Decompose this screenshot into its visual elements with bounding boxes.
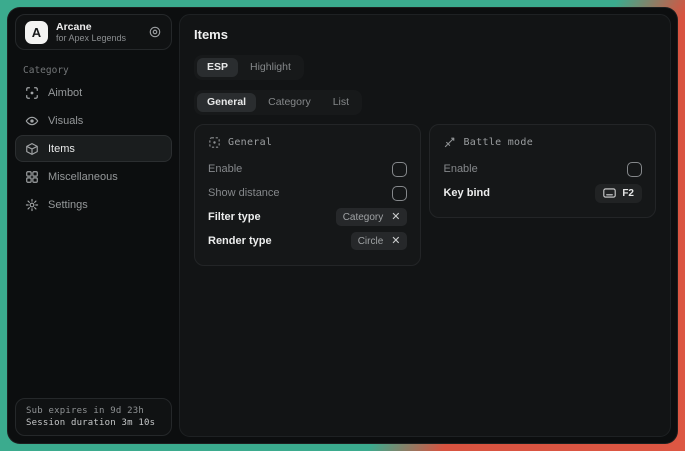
crosshair-icon [25, 86, 39, 100]
key-bind-label: Key bind [443, 187, 489, 199]
tab-esp[interactable]: ESP [197, 58, 238, 77]
mode-tab-group: ESP Highlight [194, 55, 304, 80]
battle-panel-title: Battle mode [463, 137, 533, 148]
filter-type-select[interactable]: Category ✕ [336, 208, 408, 226]
keyboard-icon [603, 188, 616, 198]
sidebar-item-label: Settings [48, 199, 88, 211]
tab-list[interactable]: List [323, 93, 359, 112]
app-header-card: A Arcane for Apex Legends [15, 14, 172, 50]
battle-mode-panel: Battle mode Enable Key bind [429, 124, 656, 218]
dashed-square-icon [208, 136, 221, 149]
general-panel: General Enable Show distance Filter type… [194, 124, 421, 266]
sidebar-item-settings[interactable]: Settings [15, 191, 172, 218]
filter-type-row: Filter type Category ✕ [208, 205, 407, 229]
show-distance-label: Show distance [208, 187, 280, 199]
sub-tab-group: General Category List [194, 90, 362, 115]
target-icon[interactable] [148, 25, 162, 39]
enable-label: Enable [208, 163, 242, 175]
general-panel-header: General [208, 135, 407, 150]
battle-panel-header: Battle mode [443, 135, 642, 150]
sidebar-nav: Aimbot Visuals Items [15, 79, 172, 219]
battle-enable-checkbox[interactable] [627, 162, 642, 177]
render-type-value: Circle [358, 236, 384, 247]
enable-checkbox[interactable] [392, 162, 407, 177]
desktop-wallpaper: A Arcane for Apex Legends Category [0, 0, 685, 451]
session-duration-text: Session duration 3m 10s [26, 418, 161, 428]
main-content: Items ESP Highlight General Category Lis… [179, 14, 671, 437]
sword-icon [443, 136, 456, 149]
sidebar: A Arcane for Apex Legends Category [8, 8, 179, 443]
close-icon[interactable]: ✕ [391, 212, 400, 223]
app-window: A Arcane for Apex Legends Category [7, 7, 678, 444]
tab-highlight[interactable]: Highlight [240, 58, 301, 77]
render-type-label: Render type [208, 235, 272, 247]
eye-icon [25, 114, 39, 128]
sidebar-item-label: Miscellaneous [48, 171, 118, 183]
render-type-row: Render type Circle ✕ [208, 229, 407, 253]
grid-icon [25, 170, 39, 184]
battle-enable-row: Enable [443, 157, 642, 181]
filter-type-value: Category [343, 212, 384, 223]
filter-type-label: Filter type [208, 211, 261, 223]
key-bind-value: F2 [622, 188, 634, 199]
close-icon[interactable]: ✕ [391, 236, 400, 247]
sidebar-item-aimbot[interactable]: Aimbot [15, 79, 172, 106]
box-icon [25, 142, 39, 156]
category-section-label: Category [23, 65, 69, 76]
tab-general[interactable]: General [197, 93, 256, 112]
show-distance-checkbox[interactable] [392, 186, 407, 201]
app-titles: Arcane for Apex Legends [56, 21, 140, 43]
page-title: Items [194, 27, 656, 43]
sidebar-item-label: Aimbot [48, 87, 82, 99]
sidebar-item-miscellaneous[interactable]: Miscellaneous [15, 163, 172, 190]
show-distance-row: Show distance [208, 181, 407, 205]
app-subtitle: for Apex Legends [56, 33, 140, 43]
app-logo: A [25, 21, 48, 44]
enable-row: Enable [208, 157, 407, 181]
render-type-select[interactable]: Circle ✕ [351, 232, 408, 250]
sidebar-item-label: Items [48, 143, 75, 155]
sidebar-item-label: Visuals [48, 115, 83, 127]
panels-row: General Enable Show distance Filter type… [194, 124, 656, 266]
gear-icon [25, 198, 39, 212]
app-name: Arcane [56, 21, 140, 33]
sidebar-item-visuals[interactable]: Visuals [15, 107, 172, 134]
key-bind-button[interactable]: F2 [595, 184, 642, 203]
general-panel-title: General [228, 137, 272, 148]
tab-category[interactable]: Category [258, 93, 321, 112]
key-bind-row: Key bind F2 [443, 181, 642, 205]
sidebar-item-items[interactable]: Items [15, 135, 172, 162]
battle-enable-label: Enable [443, 163, 477, 175]
sub-expires-text: Sub expires in 9d 23h [26, 406, 161, 416]
subscription-info-card: Sub expires in 9d 23h Session duration 3… [15, 398, 172, 436]
